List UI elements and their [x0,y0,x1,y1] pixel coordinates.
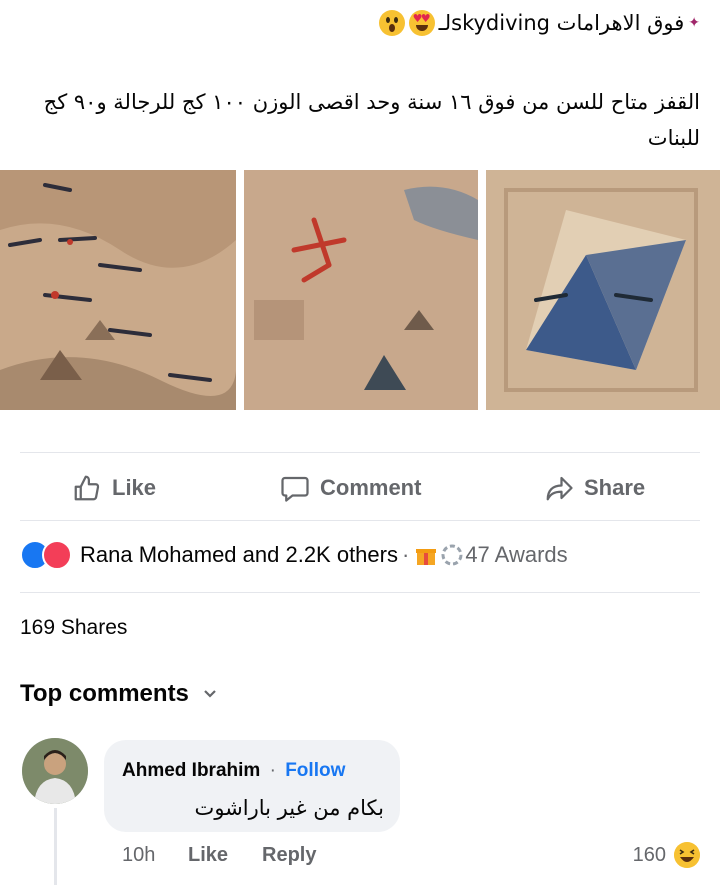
follow-button[interactable]: Follow [285,760,345,781]
author-separator: · [269,760,276,781]
like-button[interactable]: Like [72,470,156,506]
comment-button[interactable]: Comment [280,470,421,506]
post-photo-pyramid[interactable] [486,170,720,410]
award-gift-icon [416,549,437,565]
comment-author[interactable]: Ahmed Ibrahim [122,760,260,781]
awards-count: 47 Awards [465,542,568,567]
user-avatar-image [22,738,88,804]
skydivers-photo-image [0,170,236,410]
award-star-icon [441,544,463,566]
top-comments-label: Top comments [20,680,189,707]
reactions-summary[interactable]: Rana Mohamed and 2.2K others · 47 Awards [20,540,568,570]
divider [20,452,700,453]
comment-icon [281,476,309,502]
share-button[interactable]: Share [544,470,645,506]
thumbs-up-icon [74,475,100,501]
comment-time: 10h [122,844,156,866]
divider [20,520,700,521]
couple-skydiving-photo-image [244,170,478,410]
like-label: Like [112,475,157,500]
pyramid-photo-image [486,170,720,410]
comment-reaction-count[interactable]: 160 [633,844,666,867]
chevron-down-icon [204,690,216,698]
post-photo-skydivers[interactable] [0,170,236,410]
avatar[interactable] [22,738,88,804]
comment-thread-line [54,808,57,885]
haha-reaction-icon [674,842,700,868]
post-title-text: فوق الاهرامات skydivingلـ [438,11,685,35]
comment-author-line: Ahmed Ibrahim · Follow [122,760,345,782]
post-description: القفز متاح للسن من فوق ١٦ سنة وحد اقصى ا… [43,90,700,150]
top-comments-dropdown[interactable]: Top comments [20,680,217,708]
divider [20,592,700,593]
post-title: فوق الاهرامات skydivingلـ ✦ [378,10,700,36]
surprised-emoji-icon [378,10,405,36]
love-reaction-icon [42,540,72,570]
reactions-text: Rana Mohamed and 2.2K others [80,542,398,567]
reactions-separator: · [401,542,410,567]
sparkle-icon: ✦ [688,15,700,31]
heart-eyes-emoji-icon [408,10,435,36]
comment-like-button[interactable]: Like [188,844,228,867]
comment-label: Comment [320,475,422,500]
share-label: Share [584,475,646,500]
comment-reply-button[interactable]: Reply [262,844,316,867]
share-icon [546,476,573,501]
shares-count[interactable]: 169 Shares [20,616,127,640]
post-photo-couple[interactable] [244,170,478,410]
comment-text: بكام من غير باراشوت [194,796,384,820]
